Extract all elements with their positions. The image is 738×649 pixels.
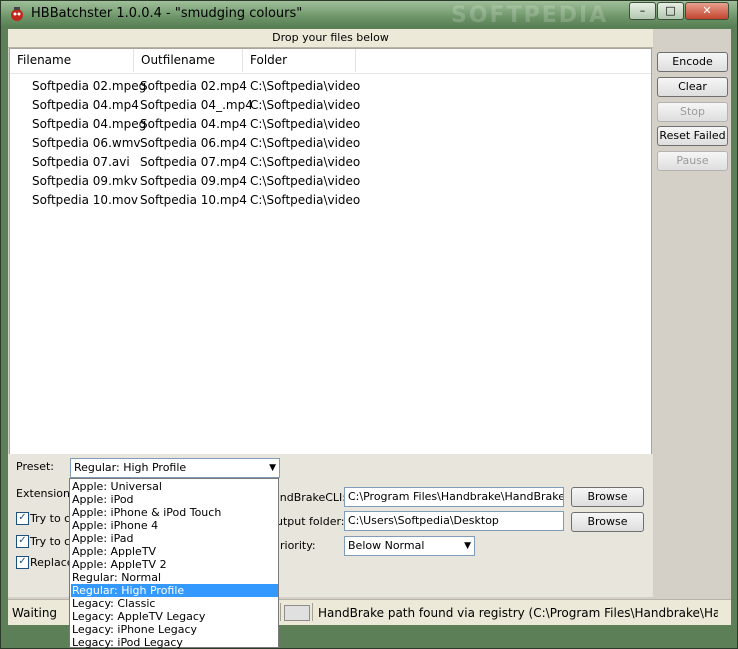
- preset-option[interactable]: Apple: AppleTV 2: [71, 558, 278, 571]
- cell-outfilename: Softpedia 04.mp4: [140, 117, 247, 131]
- cell-filename: Softpedia 09.mkv: [32, 174, 138, 188]
- extension-label: Extension:: [16, 487, 74, 500]
- priority-label: riority:: [280, 539, 316, 552]
- try-to-checkbox-1[interactable]: ✓: [16, 512, 29, 525]
- preset-select[interactable]: Regular: High Profile ▼: [70, 458, 280, 478]
- try-to-label-1: Try to cl: [30, 512, 74, 525]
- cell-folder: C:\Softpedia\video: [250, 79, 361, 93]
- browse-handbrake-button[interactable]: Browse: [571, 487, 644, 507]
- status-state: Waiting: [12, 606, 58, 620]
- table-row[interactable]: Softpedia 07.avi Softpedia 07.mp4 C:\Softp…: [10, 153, 651, 172]
- drop-zone-label[interactable]: Drop your files below: [8, 29, 653, 48]
- minimize-button[interactable]: –: [629, 2, 656, 20]
- priority-select-value: Below Normal: [348, 539, 425, 552]
- browse-output-button[interactable]: Browse: [571, 512, 644, 532]
- status-separator: [312, 603, 313, 621]
- priority-select[interactable]: Below Normal ▼: [344, 536, 475, 556]
- cell-folder: C:\Softpedia\video: [250, 98, 361, 112]
- cell-filename: Softpedia 07.avi: [32, 155, 130, 169]
- output-folder-field[interactable]: C:\Users\Softpedia\Desktop: [344, 511, 564, 531]
- pause-button[interactable]: Pause: [657, 151, 728, 171]
- preset-option[interactable]: Legacy: iPhone Legacy: [71, 623, 278, 636]
- cell-outfilename: Softpedia 07.mp4: [140, 155, 247, 169]
- preset-option[interactable]: Legacy: iPod Legacy: [71, 636, 278, 649]
- cell-filename: Softpedia 10.mov: [32, 193, 139, 207]
- cell-folder: C:\Softpedia\video: [250, 117, 361, 131]
- table-row[interactable]: Softpedia 10.mov Softpedia 10.mp4 C:\Softp…: [10, 191, 651, 210]
- cell-filename: Softpedia 06.wmv: [32, 136, 141, 150]
- replace-label: Replace: [30, 556, 74, 569]
- cell-filename: Softpedia 02.mpeg: [32, 79, 147, 93]
- minimize-icon: –: [639, 4, 646, 17]
- preset-option[interactable]: Apple: iPod: [71, 493, 278, 506]
- cell-filename: Softpedia 04.mp4: [32, 98, 139, 112]
- preset-option[interactable]: Legacy: AppleTV Legacy: [71, 610, 278, 623]
- handbrake-cli-path-field[interactable]: C:\Program Files\Handbrake\HandBrakeCLI.…: [344, 487, 564, 507]
- preset-option[interactable]: Apple: iPhone & iPod Touch: [71, 506, 278, 519]
- maximize-icon: □: [665, 4, 676, 17]
- cell-outfilename: Softpedia 02.mp4: [140, 79, 247, 93]
- preset-option[interactable]: Legacy: Classic: [71, 597, 278, 610]
- handbrake-cli-label: andBrakeCLI:: [273, 491, 347, 504]
- window-title: HBBatchster 1.0.0.4 - "smudging colours": [31, 6, 303, 21]
- close-icon: ✕: [702, 4, 712, 17]
- column-header-outfilename[interactable]: Outfilename: [134, 49, 243, 72]
- column-header-folder[interactable]: Folder: [243, 49, 356, 72]
- preset-option[interactable]: Regular: High Profile: [71, 584, 278, 597]
- preset-dropdown-list[interactable]: Apple: Universal Apple: iPod Apple: iPhone…: [69, 478, 279, 649]
- table-row[interactable]: Softpedia 04.mpeg Softpedia 04.mp4 C:\Soft…: [10, 115, 651, 134]
- preset-option[interactable]: Apple: AppleTV: [71, 545, 278, 558]
- try-to-label-2: Try to cl: [30, 535, 74, 548]
- preset-option[interactable]: Apple: Universal: [71, 480, 278, 493]
- table-row[interactable]: Softpedia 02.mpeg Softpedia 02.mp4 C:\Soft…: [10, 77, 651, 96]
- cell-outfilename: Softpedia 04_.mp4: [140, 98, 253, 112]
- chevron-down-icon: ▼: [464, 541, 471, 551]
- cell-folder: C:\Softpedia\video: [250, 174, 361, 188]
- column-header-filename[interactable]: Filename: [10, 49, 134, 72]
- preset-label: Preset:: [16, 460, 55, 473]
- cell-outfilename: Softpedia 09.mp4: [140, 174, 247, 188]
- table-row[interactable]: Softpedia 04.mp4 Softpedia 04_.mp4 C:\Soft…: [10, 96, 651, 115]
- stop-button[interactable]: Stop: [657, 102, 728, 122]
- preset-option[interactable]: Apple: iPhone 4: [71, 519, 278, 532]
- table-row[interactable]: Softpedia 06.wmv Softpedia 06.mp4 C:\Softp…: [10, 134, 651, 153]
- cell-folder: C:\Softpedia\video: [250, 155, 361, 169]
- cell-filename: Softpedia 04.mpeg: [32, 117, 147, 131]
- preset-option[interactable]: Regular: Normal: [71, 571, 278, 584]
- preset-select-value: Regular: High Profile: [74, 461, 187, 474]
- try-to-checkbox-2[interactable]: ✓: [16, 535, 29, 548]
- cell-outfilename: Softpedia 10.mp4: [140, 193, 247, 207]
- cell-folder: C:\Softpedia\video: [250, 136, 361, 150]
- preset-option[interactable]: Apple: iPad: [71, 532, 278, 545]
- reset-failed-button[interactable]: Reset Failed: [657, 126, 728, 146]
- list-header: Filename Outfilename Folder: [10, 49, 651, 74]
- progress-bar: [284, 605, 310, 621]
- watermark: SOFTPEDIA: [451, 3, 609, 28]
- status-message: HandBrake path found via registry (C:\Pr…: [318, 606, 718, 620]
- cell-outfilename: Softpedia 06.mp4: [140, 136, 247, 150]
- title-bar[interactable]: HBBatchster 1.0.0.4 - "smudging colours"…: [1, 1, 737, 28]
- close-button[interactable]: ✕: [685, 2, 729, 20]
- file-list[interactable]: Filename Outfilename Folder Softpedia 02…: [9, 48, 652, 475]
- table-row[interactable]: Softpedia 09.mkv Softpedia 09.mp4 C:\Softp…: [10, 172, 651, 191]
- maximize-button[interactable]: □: [657, 2, 684, 20]
- status-separator: [280, 603, 281, 621]
- clear-button[interactable]: Clear: [657, 77, 728, 97]
- cell-folder: C:\Softpedia\video: [250, 193, 361, 207]
- encode-button[interactable]: Encode: [657, 52, 728, 72]
- app-icon: [11, 7, 23, 21]
- chevron-down-icon: ▼: [269, 463, 276, 473]
- output-folder-label: utput folder:: [276, 515, 345, 528]
- replace-checkbox[interactable]: ✓: [16, 556, 29, 569]
